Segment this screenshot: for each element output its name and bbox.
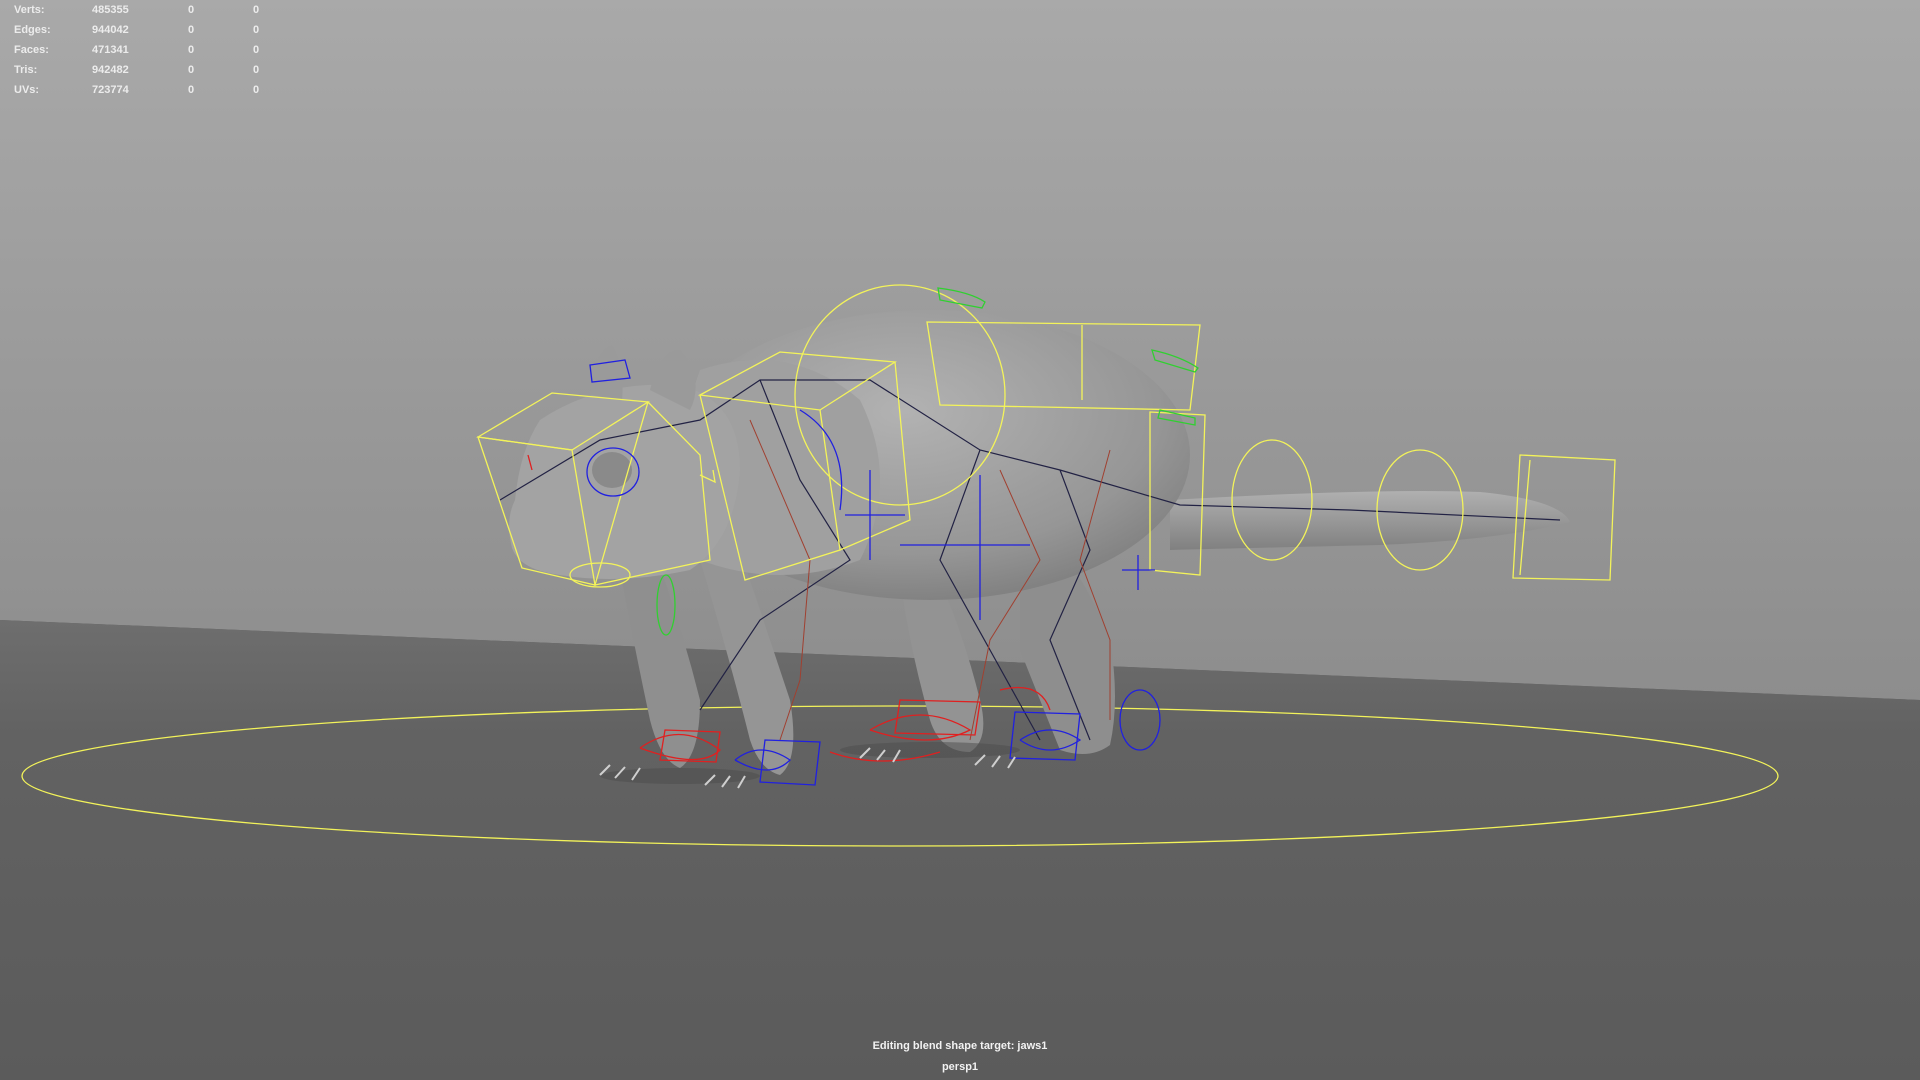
camera-name-label: persp1: [941, 1061, 979, 1073]
hud-label: Verts:: [14, 4, 45, 16]
hud-value: 944042: [92, 24, 129, 36]
hud-label: Tris:: [14, 64, 38, 76]
hud-value: 0: [253, 44, 260, 56]
hud-value: 0: [188, 84, 195, 96]
hud-value: 0: [188, 64, 195, 76]
hud-label: Faces:: [14, 44, 49, 56]
hud-value: 723774: [92, 84, 129, 96]
blend-shape-status: Editing blend shape target: jaws1: [872, 1040, 1048, 1052]
poly-count-hud: Verts: 485355 0 0 Edges: 944042 0 0 Face…: [14, 0, 273, 100]
hud-value: 0: [188, 4, 195, 16]
maya-viewport[interactable]: Verts: 485355 0 0 Edges: 944042 0 0 Face…: [0, 0, 1920, 1080]
hud-label: UVs:: [14, 84, 40, 96]
hud-row-edges: Edges: 944042 0 0: [14, 20, 273, 40]
viewport-backdrop: [0, 0, 1920, 1080]
hud-value: 0: [253, 84, 260, 96]
hud-row-uvs: UVs: 723774 0 0: [14, 80, 273, 100]
hud-value: 942482: [92, 64, 129, 76]
hud-value: 0: [188, 44, 195, 56]
hud-label: Edges:: [14, 24, 51, 36]
hud-row-verts: Verts: 485355 0 0: [14, 0, 273, 20]
hud-value: 485355: [92, 4, 129, 16]
hud-value: 0: [188, 24, 195, 36]
hud-row-faces: Faces: 471341 0 0: [14, 40, 273, 60]
hud-value: 0: [253, 64, 260, 76]
hud-value: 0: [253, 4, 260, 16]
hud-value: 0: [253, 24, 260, 36]
hud-row-tris: Tris: 942482 0 0: [14, 60, 273, 80]
hud-value: 471341: [92, 44, 129, 56]
